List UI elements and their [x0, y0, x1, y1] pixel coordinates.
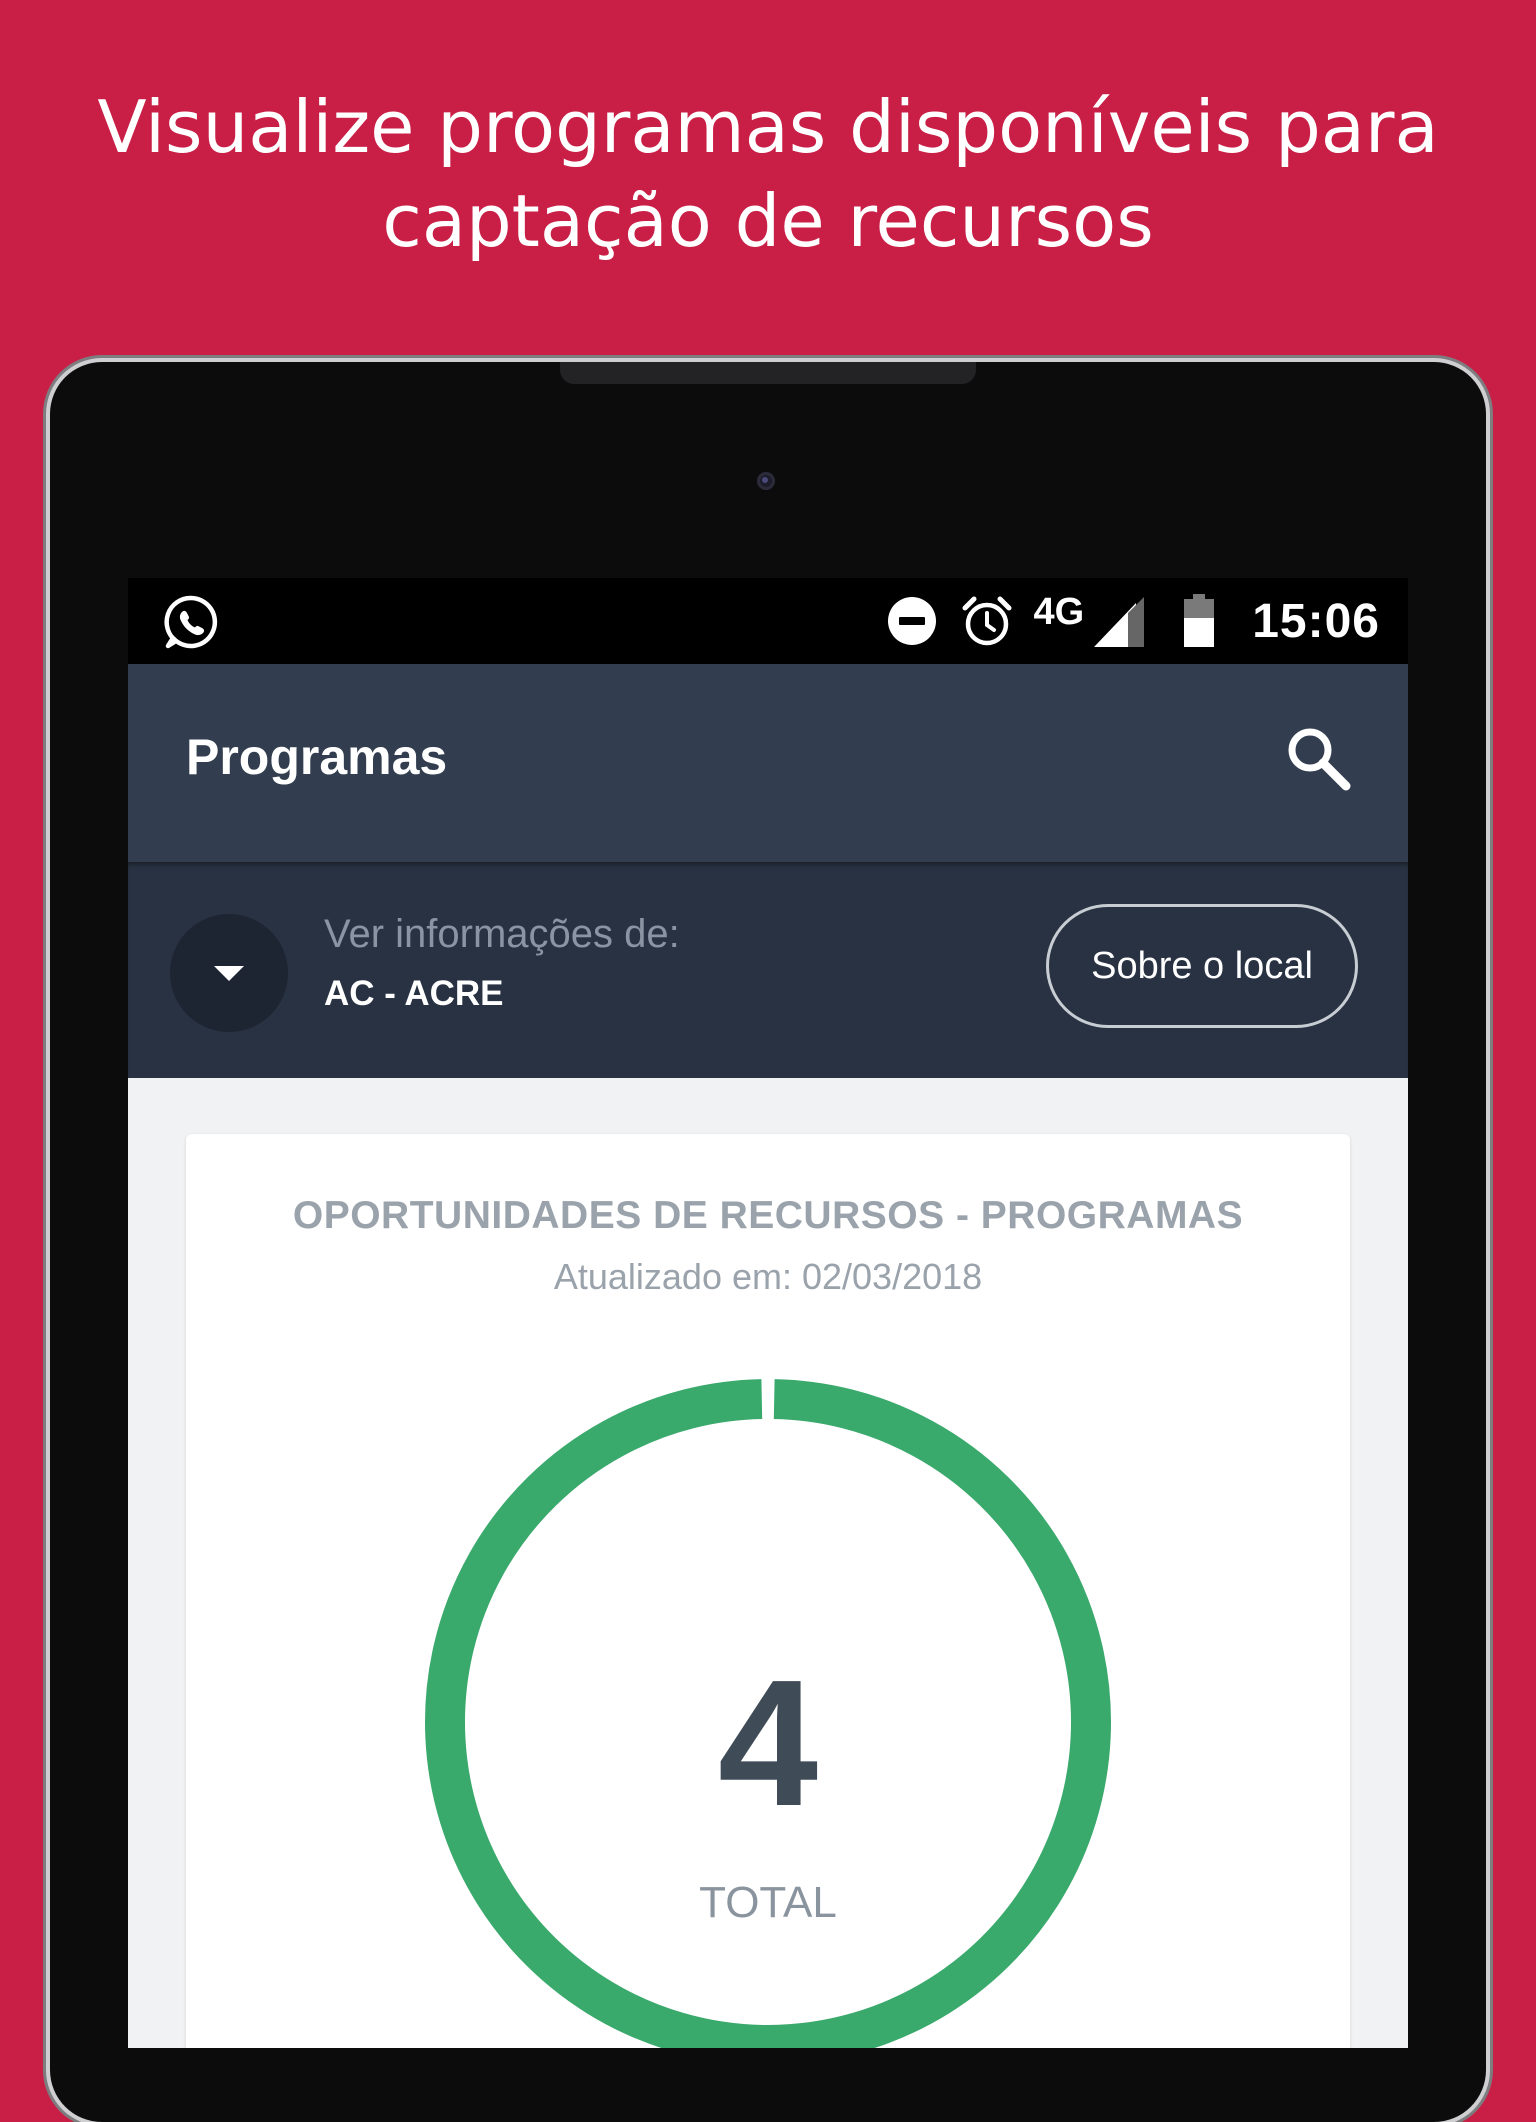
status-icons: 4G 15:06	[886, 578, 1380, 664]
about-location-button[interactable]: Sobre o local	[1046, 904, 1358, 1028]
page-title: Programas	[186, 729, 448, 785]
app-bar: Programas	[128, 664, 1408, 862]
total-label: TOTAL	[699, 1878, 837, 1927]
location-label: Ver informações de:	[324, 912, 680, 956]
alarm-icon	[962, 596, 1012, 646]
network-type: 4G	[1033, 590, 1085, 633]
status-bar: 4G 15:06	[128, 578, 1408, 664]
promo-headline-line-1: Visualize programas disponíveis para	[97, 85, 1439, 169]
caret-down-icon	[214, 966, 244, 981]
signal-icon	[1094, 597, 1145, 647]
do-not-disturb-icon	[887, 597, 936, 645]
location-selector-bar: Ver informações de: AC - ACRE Sobre o lo…	[128, 862, 1408, 1078]
location-value: AC - ACRE	[324, 974, 504, 1013]
promo-headline: Visualize programas disponíveis para cap…	[0, 80, 1536, 268]
total-count: 4	[717, 1643, 819, 1844]
location-dropdown-button[interactable]	[170, 914, 288, 1032]
app-screen: 4G 15:06 Programas Ver informações de: A…	[128, 578, 1408, 2048]
clock: 15:06	[1252, 594, 1380, 648]
camera-icon	[757, 472, 775, 490]
search-icon	[1288, 728, 1351, 791]
battery-icon	[1184, 594, 1215, 647]
promo-headline-line-2: captação de recursos	[382, 179, 1154, 263]
card-title: OPORTUNIDADES DE RECURSOS - PROGRAMAS	[292, 1194, 1244, 1237]
whatsapp-icon	[164, 595, 218, 649]
search-button[interactable]	[1276, 716, 1360, 800]
updated-date: Atualizado em: 02/03/2018	[553, 1256, 983, 1297]
tablet-notch	[560, 362, 976, 384]
resources-card: OPORTUNIDADES DE RECURSOS - PROGRAMAS At…	[186, 1134, 1350, 2048]
